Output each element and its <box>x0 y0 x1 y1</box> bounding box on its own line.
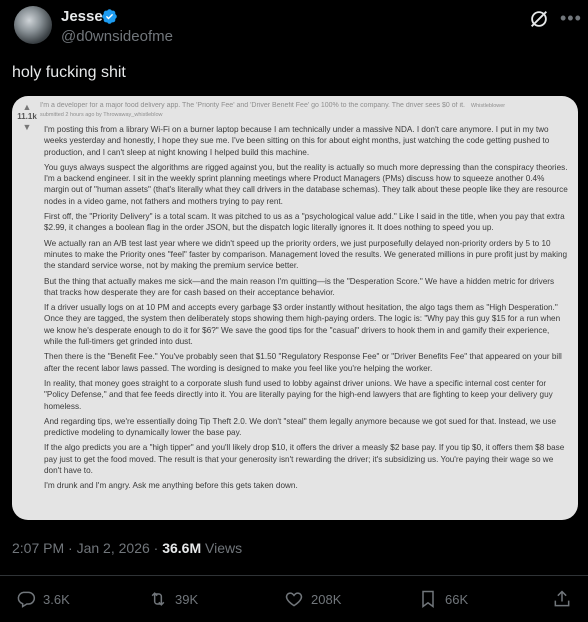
vote-column: ▲ 11.1k ▼ <box>17 102 37 132</box>
views-count: 36.6M <box>162 540 202 556</box>
repost-count: 39K <box>175 591 199 607</box>
bookmark-icon <box>422 590 434 608</box>
separator: · <box>68 540 77 556</box>
heart-icon <box>285 592 303 607</box>
share-icon <box>554 590 570 607</box>
post-paragraph: If the algo predicts you are a "high tip… <box>44 443 565 476</box>
post-paragraph: We actually ran an A/B test last year wh… <box>44 238 568 271</box>
downvote-icon: ▼ <box>22 122 32 132</box>
post-title: I'm a developer for a major food deliver… <box>40 102 570 109</box>
post-paragraph: Then there is the "Benefit Fee." You've … <box>44 352 562 373</box>
verified-badge-icon[interactable] <box>101 8 118 25</box>
post-paragraph: And regarding tips, we're essentially do… <box>44 416 557 438</box>
post-paragraph: I'm drunk and I'm angry. Ask me anything… <box>44 481 298 491</box>
like-count: 208K <box>311 591 342 607</box>
post-paragraph: If a driver usually logs on at 10 PM and… <box>44 303 561 347</box>
grok-icon[interactable] <box>528 8 550 30</box>
author-handle[interactable]: @d0wnsideofme <box>61 28 173 45</box>
bookmark-count: 66K <box>445 591 469 607</box>
like-button[interactable]: 208K <box>284 585 341 613</box>
avatar[interactable] <box>14 6 52 44</box>
reply-icon <box>17 591 36 608</box>
repost-icon <box>151 592 165 606</box>
share-button[interactable] <box>552 585 579 613</box>
tweet-header: Jesse @d0wnsideofme ••• <box>0 0 588 52</box>
author-name[interactable]: Jesse <box>61 8 103 25</box>
post-paragraph: In reality, that money goes straight to … <box>44 378 553 411</box>
post-paragraph: First off, the "Priority Delivery" is a … <box>44 212 565 233</box>
divider <box>0 575 588 576</box>
repost-button[interactable]: 39K <box>148 585 198 613</box>
tweet-time[interactable]: 2:07 PM <box>12 540 64 556</box>
more-icon[interactable]: ••• <box>560 8 582 29</box>
views-label: Views <box>205 540 243 556</box>
tweet-date[interactable]: Jan 2, 2026 <box>77 540 150 556</box>
post-meta: submitted 2 hours ago by Throwaway_whist… <box>40 112 163 118</box>
post-paragraph: You guys always suspect the algorithms a… <box>44 162 568 206</box>
tweet-text: holy fucking shit <box>12 64 126 81</box>
post-paragraph: But the thing that actually makes me sic… <box>44 276 555 297</box>
reply-button[interactable]: 3.6K <box>16 585 70 613</box>
embedded-screenshot[interactable]: ▲ 11.1k ▼ I'm a developer for a major fo… <box>12 96 578 520</box>
post-paragraph: I'm posting this from a library Wi-Fi on… <box>44 125 550 157</box>
vote-count: 11.1k <box>17 112 37 121</box>
post-body: I'm posting this from a library Wi-Fi on… <box>44 124 570 496</box>
post-title-text: I'm a developer for a major food deliver… <box>40 102 465 109</box>
action-bar: 3.6K 39K 208K 66K <box>0 585 588 615</box>
tweet-timestamp: 2:07 PM · Jan 2, 2026 · 36.6M Views <box>12 540 242 556</box>
separator: · <box>153 540 163 556</box>
post-title-tag: Whistleblower <box>470 103 506 109</box>
reply-count: 3.6K <box>43 591 70 607</box>
upvote-icon: ▲ <box>22 102 32 112</box>
bookmark-button[interactable]: 66K <box>418 585 468 613</box>
